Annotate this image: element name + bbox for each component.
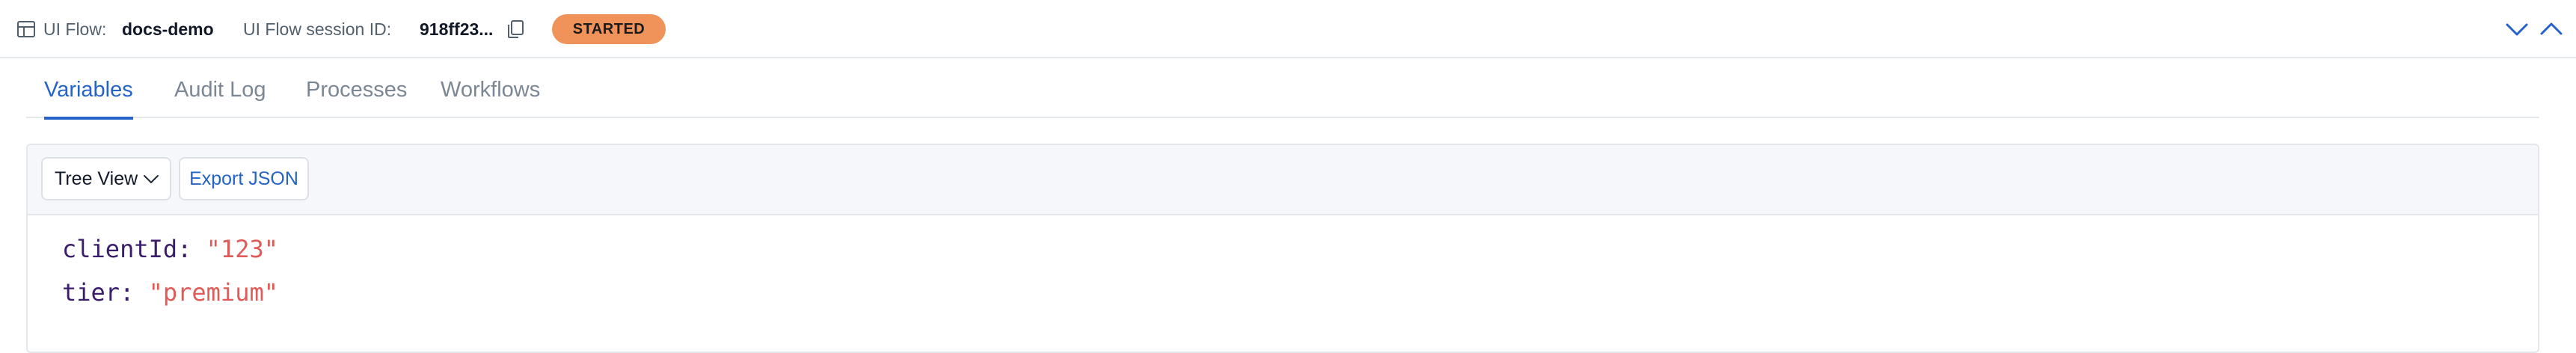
tree-row: clientId: "123" — [62, 227, 278, 271]
chevron-up-icon[interactable] — [2539, 18, 2564, 40]
layout-table-icon — [17, 21, 35, 37]
flow-header: UI Flow: docs-demo UI Flow session ID: 9… — [0, 0, 2576, 58]
tab-workflows[interactable]: Workflows — [441, 58, 540, 118]
tab-processes[interactable]: Processes — [306, 58, 407, 118]
view-mode-label: Tree View — [55, 168, 138, 189]
variables-tree: clientId: "123" tier: "premium" — [62, 227, 278, 314]
variable-key: clientId — [62, 235, 178, 263]
export-json-button[interactable]: Export JSON — [179, 157, 309, 200]
tab-variables[interactable]: Variables — [44, 58, 133, 120]
flow-name: docs-demo — [122, 19, 214, 39]
variable-value: "123" — [206, 235, 278, 263]
variable-key: tier — [62, 278, 120, 307]
variables-toolbar: Tree View Export JSON — [28, 145, 2538, 215]
variable-value: "premium" — [148, 278, 278, 307]
key-separator: : — [177, 235, 206, 263]
view-mode-select[interactable]: Tree View — [41, 157, 171, 200]
tab-audit-log[interactable]: Audit Log — [174, 58, 266, 118]
status-badge: STARTED — [552, 14, 666, 44]
key-separator: : — [120, 278, 149, 307]
tree-row: tier: "premium" — [62, 271, 278, 314]
tab-bar: Variables Audit Log Processes Workflows — [26, 58, 2539, 120]
session-id-value: 918ff23... — [420, 19, 494, 39]
flow-label: UI Flow: — [43, 19, 107, 39]
session-id-label: UI Flow session ID: — [243, 19, 392, 39]
chevron-down-icon — [144, 175, 159, 183]
copy-icon[interactable] — [506, 19, 525, 40]
chevron-down-icon[interactable] — [2504, 18, 2530, 40]
variables-panel: Tree View Export JSON clientId: "123" ti… — [26, 144, 2539, 353]
